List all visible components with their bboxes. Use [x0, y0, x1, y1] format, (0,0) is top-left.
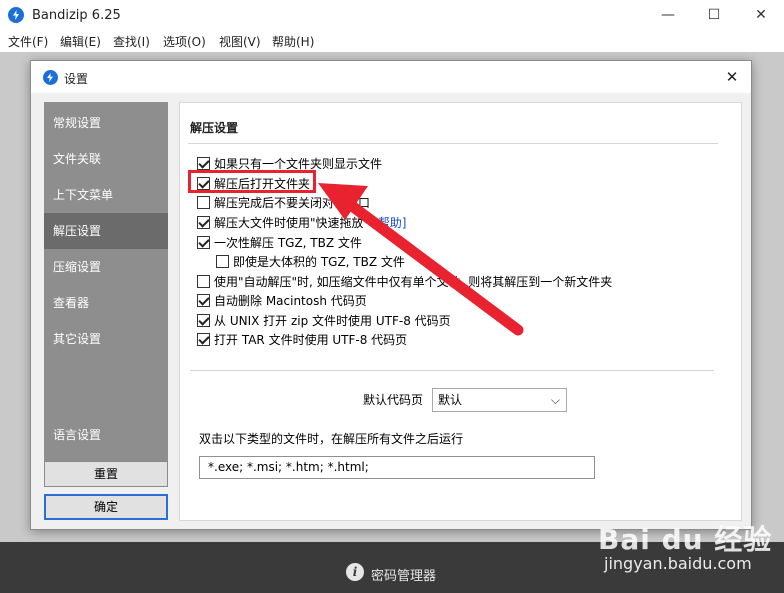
- menu-options[interactable]: 选项(O): [163, 33, 206, 50]
- checkbox[interactable]: [197, 313, 210, 327]
- menu-file[interactable]: 文件(F): [8, 33, 48, 50]
- checkbox[interactable]: [197, 274, 210, 288]
- checkbox[interactable]: [216, 254, 229, 268]
- checkbox[interactable]: [197, 332, 210, 346]
- sidebar-item-extract[interactable]: 解压设置: [44, 213, 168, 249]
- dialog-title: 设置: [64, 72, 89, 86]
- codepage-select[interactable]: 默认 ⌵: [432, 388, 567, 412]
- ok-button[interactable]: 确定: [44, 494, 168, 520]
- sidebar-item-context-menu[interactable]: 上下文菜单: [44, 177, 168, 213]
- extract-settings-panel: 解压设置 如果只有一个文件夹则显示文件 解压后打开文件夹 解压完成后不要关闭对话…: [179, 102, 742, 521]
- option-row[interactable]: 如果只有一个文件夹则显示文件: [197, 155, 382, 171]
- option-row[interactable]: 解压完成后不要关闭对话窗口: [197, 194, 370, 210]
- option-label: 使用"自动解压"时, 如压缩文件中仅有单个文件, 则将其解压到一个新文件夹: [214, 274, 613, 289]
- option-label: 一次性解压 TGZ, TBZ 文件: [214, 235, 362, 250]
- sidebar-item-viewer[interactable]: 查看器: [44, 285, 168, 321]
- option-row[interactable]: 从 UNIX 打开 zip 文件时使用 UTF-8 代码页: [197, 312, 451, 328]
- info-icon[interactable]: i: [346, 563, 364, 581]
- app-title: Bandizip 6.25: [32, 8, 121, 23]
- option-label: 解压完成后不要关闭对话窗口: [214, 195, 371, 210]
- chevron-down-icon: ⌵: [550, 393, 560, 407]
- run-after-label: 双击以下类型的文件时，在解压所有文件之后运行: [199, 432, 464, 446]
- dialog-titlebar: 设置 ✕: [31, 61, 751, 93]
- menubar: 文件(F) 编辑(E) 查找(I) 选项(O) 视图(V) 帮助(H): [0, 30, 784, 52]
- option-label: 自动删除 Macintosh 代码页: [214, 293, 367, 308]
- option-row[interactable]: 解压大文件时使用"快速拖放" [帮助]: [197, 214, 406, 230]
- option-label: 如果只有一个文件夹则显示文件: [214, 156, 383, 171]
- watermark-url: jingyan.baidu.com: [604, 554, 752, 573]
- reset-button[interactable]: 重置: [44, 461, 168, 487]
- option-label: 解压大文件时使用"快速拖放": [214, 215, 370, 230]
- help-link[interactable]: [帮助]: [373, 214, 406, 231]
- sidebar-item-compress[interactable]: 压缩设置: [44, 249, 168, 285]
- annotation-highlight-box: [188, 170, 316, 193]
- option-row[interactable]: 一次性解压 TGZ, TBZ 文件: [197, 234, 362, 250]
- sidebar-item-general[interactable]: 常规设置: [44, 105, 168, 141]
- option-row[interactable]: 使用"自动解压"时, 如压缩文件中仅有单个文件, 则将其解压到一个新文件夹: [197, 273, 612, 289]
- option-row[interactable]: 自动删除 Macintosh 代码页: [197, 292, 367, 308]
- checkbox[interactable]: [197, 195, 210, 209]
- section-title: 解压设置: [190, 121, 239, 135]
- settings-dialog: 设置 ✕ 常规设置 文件关联 上下文菜单 解压设置 压缩设置 查看器 其它设置 …: [30, 60, 752, 530]
- option-row[interactable]: 即使是大体积的 TGZ, TBZ 文件: [216, 253, 405, 269]
- password-manager-link[interactable]: 密码管理器: [371, 565, 436, 584]
- watermark-brand: Bai du 经验: [598, 523, 773, 556]
- checkbox[interactable]: [197, 156, 210, 170]
- option-label: 从 UNIX 打开 zip 文件时使用 UTF-8 代码页: [214, 313, 451, 328]
- dialog-close-button[interactable]: ✕: [719, 65, 745, 89]
- checkbox[interactable]: [197, 235, 210, 249]
- close-button[interactable]: ✕: [738, 0, 784, 30]
- bandizip-logo-icon: [43, 70, 58, 85]
- minimize-button[interactable]: —: [645, 0, 691, 30]
- codepage-label: 默认代码页: [363, 393, 424, 407]
- codepage-value: 默认: [438, 393, 463, 407]
- sidebar-item-file-association[interactable]: 文件关联: [44, 141, 168, 177]
- divider: [188, 143, 718, 144]
- sidebar-item-language[interactable]: 语言设置: [44, 417, 168, 453]
- menu-view[interactable]: 视图(V): [219, 33, 261, 50]
- maximize-button[interactable]: ☐: [691, 0, 737, 30]
- settings-sidebar: 常规设置 文件关联 上下文菜单 解压设置 压缩设置 查看器 其它设置 语言设置: [44, 102, 168, 483]
- run-after-extensions-input[interactable]: *.exe; *.msi; *.htm; *.html;: [199, 456, 595, 479]
- sidebar-item-other[interactable]: 其它设置: [44, 321, 168, 357]
- menu-help[interactable]: 帮助(H): [272, 33, 314, 50]
- bandizip-logo-icon: [8, 7, 24, 23]
- option-label: 即使是大体积的 TGZ, TBZ 文件: [233, 254, 405, 269]
- app-titlebar: Bandizip 6.25 — ☐ ✕: [0, 0, 784, 30]
- divider: [190, 370, 714, 371]
- option-label: 打开 TAR 文件时使用 UTF-8 代码页: [214, 332, 408, 347]
- menu-edit[interactable]: 编辑(E): [60, 33, 101, 50]
- option-row[interactable]: 打开 TAR 文件时使用 UTF-8 代码页: [197, 331, 407, 347]
- checkbox[interactable]: [197, 215, 210, 229]
- checkbox[interactable]: [197, 293, 210, 307]
- menu-find[interactable]: 查找(I): [113, 33, 150, 50]
